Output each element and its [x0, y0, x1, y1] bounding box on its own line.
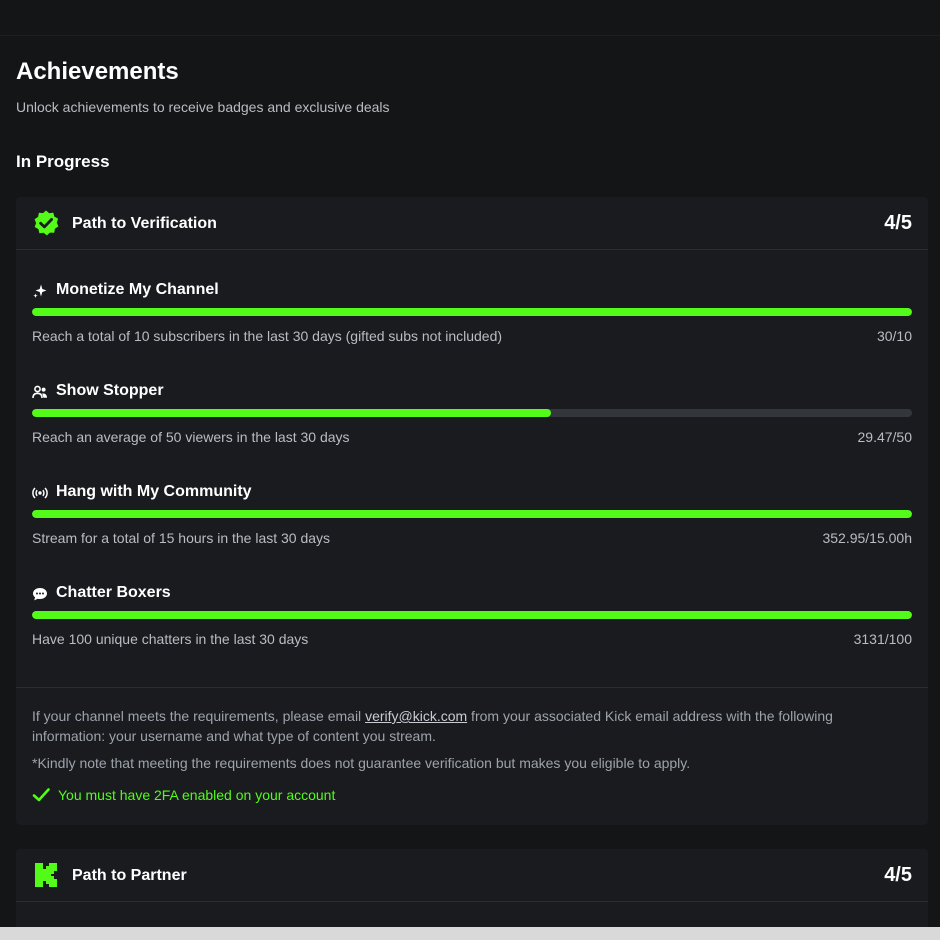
partner-card-title: Path to Partner — [72, 867, 187, 884]
verification-note: *Kindly note that meeting the requiremen… — [32, 755, 691, 771]
achievement-value: 30/10 — [876, 328, 912, 344]
achievement-title: Chatter Boxers — [56, 584, 171, 601]
progress-fill — [32, 510, 912, 518]
achievement-description: Have 100 unique chatters in the last 30 … — [32, 631, 309, 647]
chat-bubble-icon — [33, 588, 47, 601]
bottom-scroll-strip — [0, 927, 940, 940]
verification-info-text: If your channel meets the requirements, … — [32, 706, 902, 746]
info-text-before: If your channel meets the requirements, … — [32, 708, 366, 724]
checkmark-icon — [32, 788, 50, 802]
verify-email-link[interactable]: verify@kick.com — [365, 708, 467, 724]
progress-fill — [32, 409, 551, 417]
achievement-value: 3131/100 — [853, 631, 912, 647]
achievement-show-stopper: Show Stopper Reach an average of 50 view… — [32, 381, 912, 471]
progress-fill — [32, 611, 912, 619]
progress-track — [32, 409, 912, 417]
progress-fill — [32, 308, 912, 316]
achievement-description: Stream for a total of 15 hours in the la… — [32, 530, 331, 546]
achievement-value: 29.47/50 — [857, 429, 913, 445]
top-bar — [0, 0, 940, 36]
section-title-in-progress: In Progress — [16, 152, 110, 171]
achievement-description: Reach a total of 10 subscribers in the l… — [32, 328, 503, 344]
progress-track — [32, 510, 912, 518]
verification-progress-count: 4/5 — [884, 212, 912, 234]
achievement-hang-with-community: Hang with My Community Stream for a tota… — [32, 482, 912, 572]
achievement-title: Show Stopper — [56, 382, 164, 399]
achievement-title: Monetize My Channel — [56, 281, 219, 298]
requirement-2fa-text: You must have 2FA enabled on your accoun… — [58, 787, 336, 803]
progress-track — [32, 308, 912, 316]
sparkle-icon — [33, 284, 47, 298]
broadcast-icon — [32, 487, 48, 499]
kick-logo-icon — [35, 863, 57, 887]
achievement-chatter-boxers: Chatter Boxers Have 100 unique chatters … — [32, 583, 912, 673]
partner-progress-count: 4/5 — [884, 864, 912, 886]
achievement-value: 352.95/15.00h — [822, 530, 912, 546]
page-subtitle: Unlock achievements to receive badges an… — [16, 99, 390, 115]
verification-card-title: Path to Verification — [72, 215, 217, 232]
achievement-monetize: Monetize My Channel Reach a total of 10 … — [32, 280, 912, 370]
partner-card-header[interactable]: Path to Partner 4/5 — [16, 849, 928, 902]
progress-track — [32, 611, 912, 619]
verification-card: Path to Verification 4/5 Monetize My Cha… — [16, 197, 928, 825]
viewers-icon — [32, 385, 47, 399]
verified-badge-icon — [34, 210, 59, 236]
achievement-title: Hang with My Community — [56, 483, 252, 500]
achievement-description: Reach an average of 50 viewers in the la… — [32, 429, 350, 445]
page-title: Achievements — [16, 58, 179, 85]
divider — [16, 687, 928, 688]
verification-card-header[interactable]: Path to Verification 4/5 — [16, 197, 928, 250]
